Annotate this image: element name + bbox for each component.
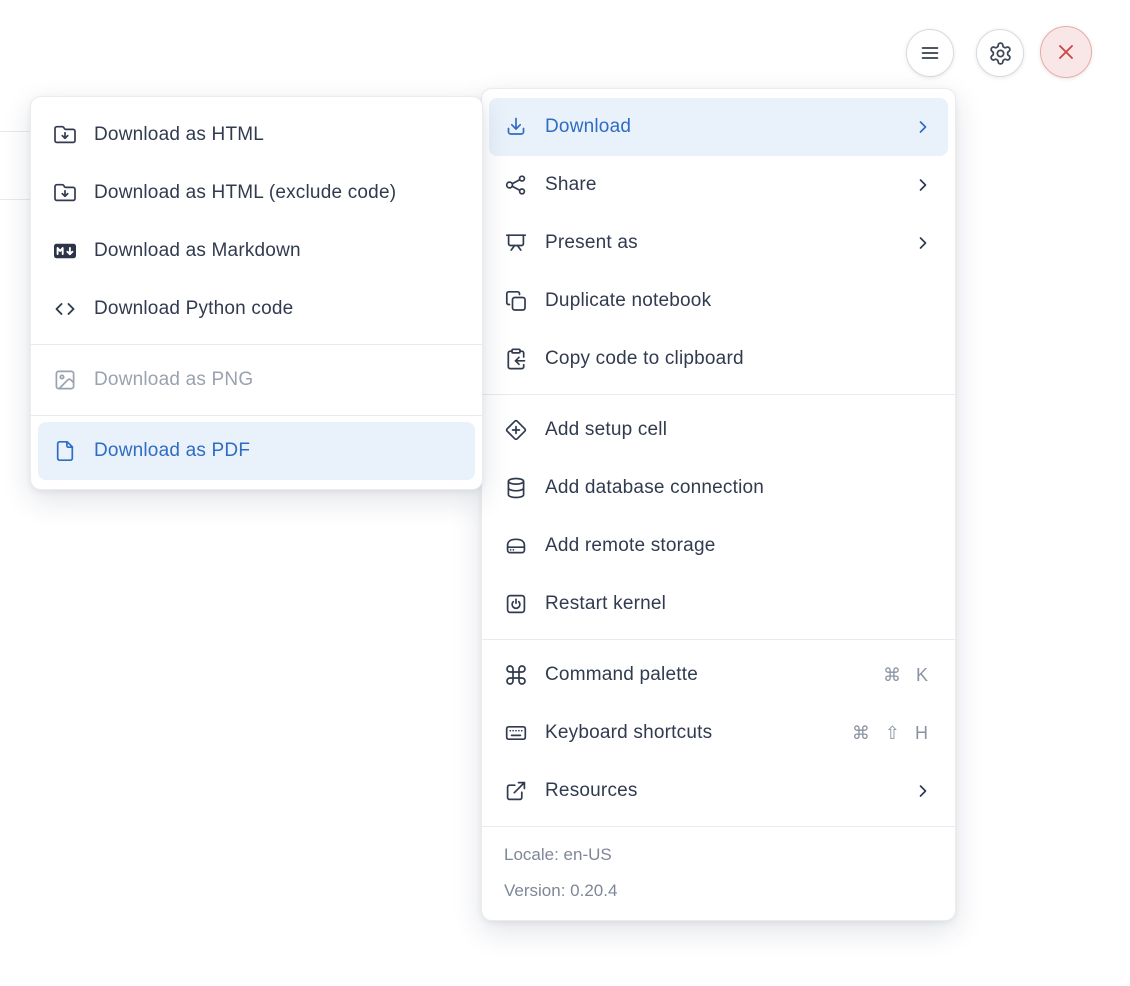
close-icon: [1054, 40, 1078, 64]
menu-item-label: Present as: [545, 232, 638, 253]
submenu-item-download-pdf[interactable]: Download as PDF: [38, 422, 475, 480]
menu-item-add-setup-cell[interactable]: Add setup cell: [482, 401, 955, 459]
menu-item-copy-code[interactable]: Copy code to clipboard: [482, 330, 955, 388]
menu-item-download[interactable]: Download: [489, 98, 948, 156]
shortcut-hint: ⌘ K: [882, 664, 933, 685]
chevron-right-icon: [913, 175, 933, 195]
gear-icon: [988, 41, 1013, 66]
submenu-item-download-python[interactable]: Download Python code: [31, 280, 482, 338]
notebook-menu-button[interactable]: [906, 29, 954, 77]
hard-drive-icon: [504, 534, 528, 558]
menu-item-resources[interactable]: Resources: [482, 762, 955, 820]
file-icon: [53, 439, 77, 463]
chevron-right-icon: [913, 117, 933, 137]
close-button[interactable]: [1040, 26, 1092, 78]
code-icon: [53, 297, 77, 321]
diamond-plus-icon: [504, 418, 528, 442]
menu-divider: [482, 394, 955, 395]
presentation-icon: [504, 231, 528, 255]
menu-item-label: Resources: [545, 780, 638, 801]
menu-divider: [31, 415, 482, 416]
menu-item-label: Download as HTML (exclude code): [94, 182, 397, 203]
download-submenu: Download as HTML Download as HTML (exclu…: [30, 96, 483, 490]
folder-down-icon: [53, 123, 77, 147]
menu-item-label: Download as PDF: [94, 440, 251, 461]
keyboard-icon: [504, 721, 528, 745]
app-window: Download Share Present as Duplicate note…: [0, 0, 1130, 986]
menu-item-duplicate-notebook[interactable]: Duplicate notebook: [482, 272, 955, 330]
external-link-icon: [504, 779, 528, 803]
menu-item-label: Share: [545, 174, 597, 195]
notebook-actions-menu: Download Share Present as Duplicate note…: [481, 88, 956, 921]
power-square-icon: [504, 592, 528, 616]
menu-item-command-palette[interactable]: Command palette ⌘ K: [482, 646, 955, 704]
locale-text: Locale: en-US: [504, 845, 612, 864]
folder-down-icon: [53, 181, 77, 205]
menu-divider: [31, 344, 482, 345]
background-cell-border: [0, 131, 31, 132]
chevron-right-icon: [913, 781, 933, 801]
clipboard-copy-icon: [504, 347, 528, 371]
menu-footer: Locale: en-US Version: 0.20.4: [482, 833, 955, 911]
menu-item-label: Download: [545, 116, 632, 137]
menu-item-add-remote-storage[interactable]: Add remote storage: [482, 517, 955, 575]
menu-item-label: Keyboard shortcuts: [545, 722, 713, 743]
submenu-item-download-html-exclude-code[interactable]: Download as HTML (exclude code): [31, 164, 482, 222]
menu-item-label: Copy code to clipboard: [545, 348, 744, 369]
shortcut-hint: ⌘ ⇧ H: [851, 722, 933, 743]
image-icon: [53, 368, 77, 392]
command-icon: [504, 663, 528, 687]
menu-divider: [482, 826, 955, 827]
markdown-icon: [53, 239, 77, 263]
menu-item-label: Download Python code: [94, 298, 294, 319]
share-icon: [504, 173, 528, 197]
menu-item-label: Command palette: [545, 664, 698, 685]
settings-button[interactable]: [976, 29, 1024, 77]
menu-divider: [482, 639, 955, 640]
menu-item-label: Download as PNG: [94, 369, 254, 390]
menu-item-label: Duplicate notebook: [545, 290, 712, 311]
submenu-item-download-markdown[interactable]: Download as Markdown: [31, 222, 482, 280]
menu-item-keyboard-shortcuts[interactable]: Keyboard shortcuts ⌘ ⇧ H: [482, 704, 955, 762]
menu-item-add-database-connection[interactable]: Add database connection: [482, 459, 955, 517]
submenu-item-download-html[interactable]: Download as HTML: [31, 106, 482, 164]
hamburger-icon: [919, 42, 941, 64]
background-cell-border: [0, 199, 31, 200]
menu-item-restart-kernel[interactable]: Restart kernel: [482, 575, 955, 633]
copy-icon: [504, 289, 528, 313]
menu-item-label: Restart kernel: [545, 593, 667, 614]
menu-item-label: Add database connection: [545, 477, 765, 498]
version-text: Version: 0.20.4: [504, 881, 618, 900]
menu-item-label: Add setup cell: [545, 419, 668, 440]
download-icon: [504, 115, 528, 139]
menu-item-label: Download as HTML: [94, 124, 265, 145]
database-icon: [504, 476, 528, 500]
menu-item-label: Download as Markdown: [94, 240, 301, 261]
menu-item-share[interactable]: Share: [482, 156, 955, 214]
menu-item-label: Add remote storage: [545, 535, 716, 556]
submenu-item-download-png[interactable]: Download as PNG: [31, 351, 482, 409]
menu-item-present-as[interactable]: Present as: [482, 214, 955, 272]
chevron-right-icon: [913, 233, 933, 253]
